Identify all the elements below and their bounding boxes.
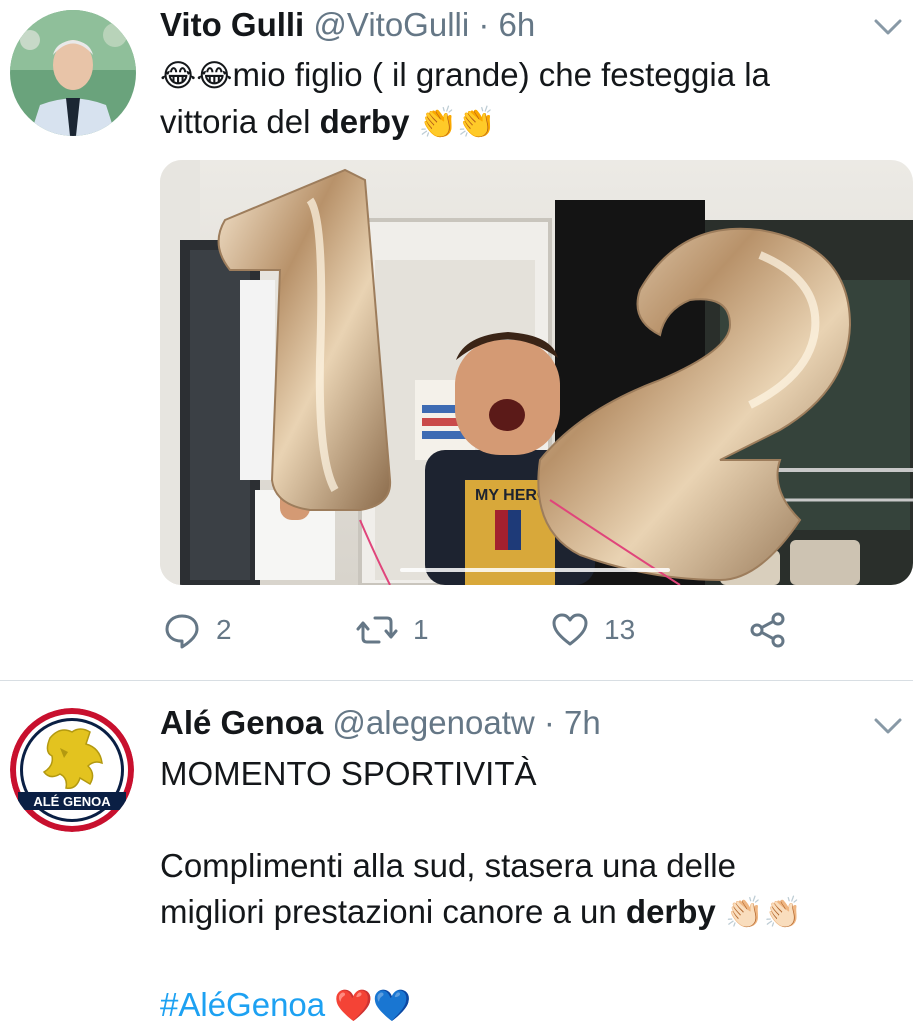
tweet-text-line-2: Complimenti alla sud, stasera una delle <box>160 847 736 884</box>
tweet-photo[interactable]: MY HERO <box>160 160 913 585</box>
retweet-count: 1 <box>413 614 429 645</box>
display-name[interactable]: Vito Gulli <box>160 6 304 43</box>
share-icon <box>750 612 785 648</box>
like-button[interactable]: 13 <box>550 610 635 650</box>
like-count: 13 <box>604 614 636 645</box>
genoa-logo-icon: ALÉ GENOA <box>10 708 134 832</box>
timestamp[interactable]: · 7h <box>544 704 601 741</box>
heart-icon <box>552 613 588 646</box>
user-handle[interactable]: @alegenoatw <box>332 704 534 741</box>
reply-icon <box>165 614 199 649</box>
tweet-ale-genoa[interactable]: ALÉ GENOA Alé Genoa @alegenoatw · 7h MOM… <box>0 681 913 1024</box>
tweet-vito-gulli[interactable]: Vito Gulli @VitoGulli · 6h 😂😂mio figlio … <box>0 0 913 680</box>
chevron-down-icon[interactable] <box>868 711 908 741</box>
tweet-text-line-1: mio figlio ( il grande) che festeggia la <box>232 56 770 93</box>
tweet-text-line-2: vittoria del <box>160 103 320 140</box>
clapping-emoji: 👏🏻👏🏻 <box>724 895 803 931</box>
chevron-down-icon[interactable] <box>868 12 908 42</box>
reply-button[interactable]: 2 <box>162 610 232 650</box>
tweet-text-line-1: MOMENTO SPORTIVITÀ <box>160 755 537 792</box>
tweet-header: Vito Gulli @VitoGulli · 6h <box>160 5 535 45</box>
user-handle[interactable]: @VitoGulli <box>313 6 469 43</box>
retweet-icon <box>356 616 398 644</box>
tweet-text-bold: derby <box>625 893 716 930</box>
share-button[interactable] <box>748 610 788 650</box>
tweet-actions: 2 1 13 <box>0 610 913 658</box>
clapping-emoji: 👏👏 <box>418 105 496 141</box>
retweet-button[interactable]: 1 <box>355 610 429 650</box>
reply-count: 2 <box>216 614 232 645</box>
avatar-vito-gulli[interactable] <box>10 10 136 136</box>
photo-balloons-12: MY HERO <box>160 160 913 585</box>
tears-of-joy-emoji: 😂😂 <box>160 58 233 94</box>
avatar-image <box>10 10 136 136</box>
tweet-text: MOMENTO SPORTIVITÀ Complimenti alla sud,… <box>160 751 905 1029</box>
hashtag-link[interactable]: #AléGenoa <box>160 986 325 1023</box>
avatar-label: ALÉ GENOA <box>33 794 111 809</box>
display-name[interactable]: Alé Genoa <box>160 704 323 741</box>
avatar-ale-genoa[interactable]: ALÉ GENOA <box>10 708 134 832</box>
tweet-text: 😂😂mio figlio ( il grande) che festeggia … <box>160 52 900 146</box>
timestamp[interactable]: · 6h <box>478 6 535 43</box>
tweet-text-bold: derby <box>319 103 410 140</box>
hearts-emoji: ❤️💙 <box>334 988 412 1024</box>
tweet-header: Alé Genoa @alegenoatw · 7h <box>160 703 601 743</box>
tweet-text-line-3: migliori prestazioni canore a un <box>160 893 626 930</box>
